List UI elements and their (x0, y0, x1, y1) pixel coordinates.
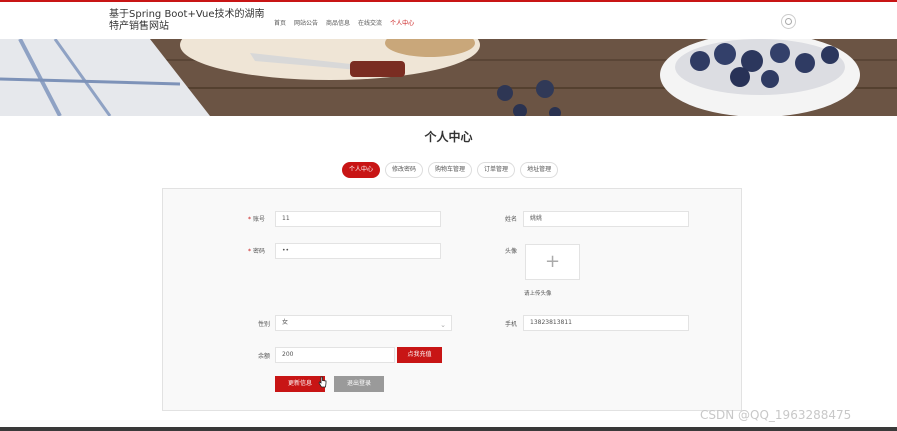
balance-label: 余额 (258, 353, 271, 360)
bottom-bar (0, 427, 897, 431)
recharge-button[interactable]: 点我充值 (397, 347, 442, 363)
gender-label: 性别 (258, 321, 271, 328)
chevron-down-icon: ⌄ (440, 321, 446, 329)
nav-item[interactable]: 在线交流 (358, 18, 382, 27)
tab[interactable]: 个人中心 (342, 162, 381, 178)
tab[interactable]: 订单管理 (477, 162, 516, 178)
password-label: * 密码 (248, 248, 266, 255)
tab[interactable]: 地址管理 (520, 162, 559, 178)
avatar-label: 头像 (505, 248, 518, 255)
page-title: 个人中心 (424, 130, 473, 144)
nav-item[interactable]: 商品信息 (326, 18, 350, 27)
account-label: * 账号 (248, 216, 266, 223)
banner-image (0, 39, 897, 116)
user-icon[interactable] (781, 14, 796, 29)
watermark: CSDN @QQ_1963288475 (700, 408, 852, 422)
logout-button[interactable]: 退出登录 (334, 376, 384, 392)
site-title[interactable]: 基于Spring Boot+Vue技术的湖南特产销售网站 (109, 9, 269, 33)
balance-input[interactable]: 200 (275, 347, 395, 363)
gender-value: 女 (282, 319, 289, 326)
avatar-upload-hint: 请上传头像 (524, 291, 552, 297)
profile-tabs: 个人中心 修改密码 购物车管理 订单管理 地址管理 (342, 162, 563, 178)
gender-select[interactable]: 女 ⌄ (275, 315, 452, 331)
banner-illustration (0, 39, 897, 116)
name-label: 姓名 (505, 216, 518, 223)
hand-cursor-icon (318, 376, 327, 388)
nav-item[interactable]: 个人中心 (390, 18, 414, 27)
avatar-upload-button[interactable]: + (525, 244, 580, 280)
phone-input[interactable]: 13823813811 (523, 315, 689, 331)
nav-item[interactable]: 网站公告 (294, 18, 318, 27)
nav-item[interactable]: 首页 (274, 18, 286, 27)
name-input[interactable]: 姚姚 (523, 211, 689, 227)
main-nav: 首页 网站公告 商品信息 在线交流 个人中心 (274, 18, 422, 27)
password-input[interactable]: •• (275, 243, 441, 259)
phone-label: 手机 (505, 321, 518, 328)
account-input[interactable]: 11 (275, 211, 441, 227)
plus-icon: + (544, 251, 561, 272)
tab[interactable]: 修改密码 (385, 162, 424, 178)
tab[interactable]: 购物车管理 (428, 162, 473, 178)
header: 基于Spring Boot+Vue技术的湖南特产销售网站 首页 网站公告 商品信息在… (0, 2, 897, 39)
